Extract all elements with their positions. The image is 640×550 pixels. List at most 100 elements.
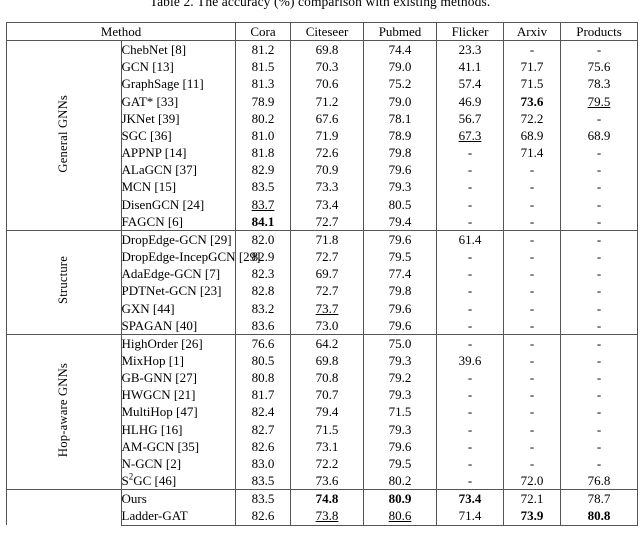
value-cell-products: - <box>560 229 638 249</box>
value-cell-flicker: - <box>436 248 504 266</box>
method-cell: PDTNet-GCN [23] <box>121 282 236 300</box>
value-cell-citeseer: 69.8 <box>290 351 364 370</box>
value-cell-products: - <box>560 282 638 300</box>
value-cell-products: - <box>560 333 638 352</box>
value-cell-arxiv: - <box>503 333 561 352</box>
value-cell-cora: 81.8 <box>235 144 291 162</box>
value-cell-cora: 83.0 <box>235 454 291 473</box>
value-cell-cora: 84.1 <box>235 212 291 231</box>
results-table-container: Method Cora Citeseer Pubmed Flicker Arxi… <box>6 21 638 526</box>
value-cell-citeseer: 71.8 <box>290 229 364 249</box>
value-cell-cora: 76.6 <box>235 333 291 352</box>
value-cell-pubmed: 79.2 <box>363 369 437 387</box>
value-cell-arxiv: - <box>503 40 561 59</box>
value-cell-pubmed: 77.4 <box>363 265 437 283</box>
value-cell-pubmed: 80.6 <box>363 507 437 526</box>
value-cell-arxiv: - <box>503 403 561 421</box>
value-cell-cora: 81.3 <box>235 75 291 93</box>
second-best-value: 67.3 <box>458 127 482 143</box>
value-cell-products: - <box>560 351 638 370</box>
value-cell-arxiv: - <box>503 282 561 300</box>
value-cell-citeseer: 72.7 <box>290 282 364 300</box>
value-cell-cora: 81.2 <box>235 40 291 59</box>
value-cell-pubmed: 74.4 <box>363 40 437 59</box>
value-cell-citeseer: 71.2 <box>290 92 364 110</box>
value-cell-flicker: - <box>436 316 504 335</box>
value-cell-pubmed: 79.3 <box>363 386 437 404</box>
value-cell-arxiv: - <box>503 178 561 196</box>
best-value: 80.9 <box>388 491 412 507</box>
value-cell-flicker: 61.4 <box>436 229 504 249</box>
value-cell-products: 78.3 <box>560 75 638 93</box>
value-cell-citeseer: 71.5 <box>290 420 364 438</box>
value-cell-flicker: - <box>436 403 504 421</box>
value-cell-arxiv: 71.7 <box>503 58 561 76</box>
value-cell-citeseer: 67.6 <box>290 109 364 127</box>
value-cell-pubmed: 78.9 <box>363 126 437 145</box>
value-cell-arxiv: 71.5 <box>503 75 561 93</box>
method-cell: GAT* [33] <box>121 92 236 110</box>
value-cell-citeseer: 70.9 <box>290 161 364 179</box>
best-value: 73.9 <box>520 508 544 524</box>
value-cell-pubmed: 79.0 <box>363 92 437 110</box>
method-cell: GB-GNN [27] <box>121 369 236 387</box>
value-cell-pubmed: 79.5 <box>363 248 437 266</box>
best-value: 80.8 <box>587 508 611 524</box>
value-cell-cora: 83.5 <box>235 472 291 490</box>
value-cell-products: 80.8 <box>560 507 638 526</box>
row-group-label: Hop-aware GNNs <box>6 333 122 490</box>
value-cell-pubmed: 79.6 <box>363 437 437 455</box>
value-cell-citeseer: 64.2 <box>290 333 364 352</box>
value-cell-pubmed: 79.8 <box>363 282 437 300</box>
value-cell-products: - <box>560 369 638 387</box>
value-cell-citeseer: 73.3 <box>290 178 364 196</box>
method-cell: GraphSage [11] <box>121 75 236 93</box>
value-cell-flicker: - <box>436 265 504 283</box>
value-cell-citeseer: 73.7 <box>290 299 364 317</box>
value-cell-arxiv: - <box>503 161 561 179</box>
method-cell: HLHG [16] <box>121 420 236 438</box>
value-cell-cora: 82.0 <box>235 229 291 249</box>
value-cell-flicker: - <box>436 282 504 300</box>
value-cell-arxiv: 68.9 <box>503 126 561 145</box>
best-value: 73.4 <box>458 491 482 507</box>
value-cell-flicker: - <box>436 472 504 490</box>
value-cell-citeseer: 73.6 <box>290 472 364 490</box>
value-cell-citeseer: 79.4 <box>290 403 364 421</box>
value-cell-cora: 80.2 <box>235 109 291 127</box>
value-cell-pubmed: 75.0 <box>363 333 437 352</box>
value-cell-products: - <box>560 403 638 421</box>
value-cell-arxiv: - <box>503 386 561 404</box>
value-cell-arxiv: 73.9 <box>503 507 561 526</box>
value-cell-arxiv: - <box>503 420 561 438</box>
value-cell-citeseer: 73.0 <box>290 316 364 335</box>
second-best-value: 79.5 <box>587 93 611 109</box>
value-cell-cora: 83.6 <box>235 316 291 335</box>
value-cell-citeseer: 70.6 <box>290 75 364 93</box>
value-cell-pubmed: 79.3 <box>363 420 437 438</box>
value-cell-citeseer: 69.8 <box>290 40 364 59</box>
method-cell: Ours <box>121 489 236 508</box>
value-cell-cora: 82.3 <box>235 265 291 283</box>
value-cell-flicker: - <box>436 212 504 231</box>
value-cell-arxiv: - <box>503 351 561 370</box>
best-value: 74.8 <box>315 491 339 507</box>
value-cell-flicker: 67.3 <box>436 126 504 145</box>
value-cell-flicker: - <box>436 437 504 455</box>
table-row: General GNNs ChebNet [8] 81.2 69.8 74.4 23.3-… <box>6 40 638 231</box>
value-cell-citeseer: 72.2 <box>290 454 364 473</box>
value-cell-flicker: 23.3 <box>436 40 504 59</box>
value-cell-flicker: - <box>436 178 504 196</box>
method-cell: GXN [44] <box>121 299 236 317</box>
value-cell-pubmed: 79.5 <box>363 454 437 473</box>
value-cell-pubmed: 79.6 <box>363 299 437 317</box>
value-cell-products: - <box>560 195 638 213</box>
value-cell-arxiv: - <box>503 454 561 473</box>
column-header-method: Method <box>6 21 236 42</box>
table-header-row: Method Cora Citeseer Pubmed Flicker Arxi… <box>6 21 638 42</box>
value-cell-cora: 81.5 <box>235 58 291 76</box>
value-cell-citeseer: 70.8 <box>290 369 364 387</box>
value-cell-products: - <box>560 178 638 196</box>
value-cell-products: - <box>560 454 638 473</box>
value-cell-citeseer: 73.4 <box>290 195 364 213</box>
